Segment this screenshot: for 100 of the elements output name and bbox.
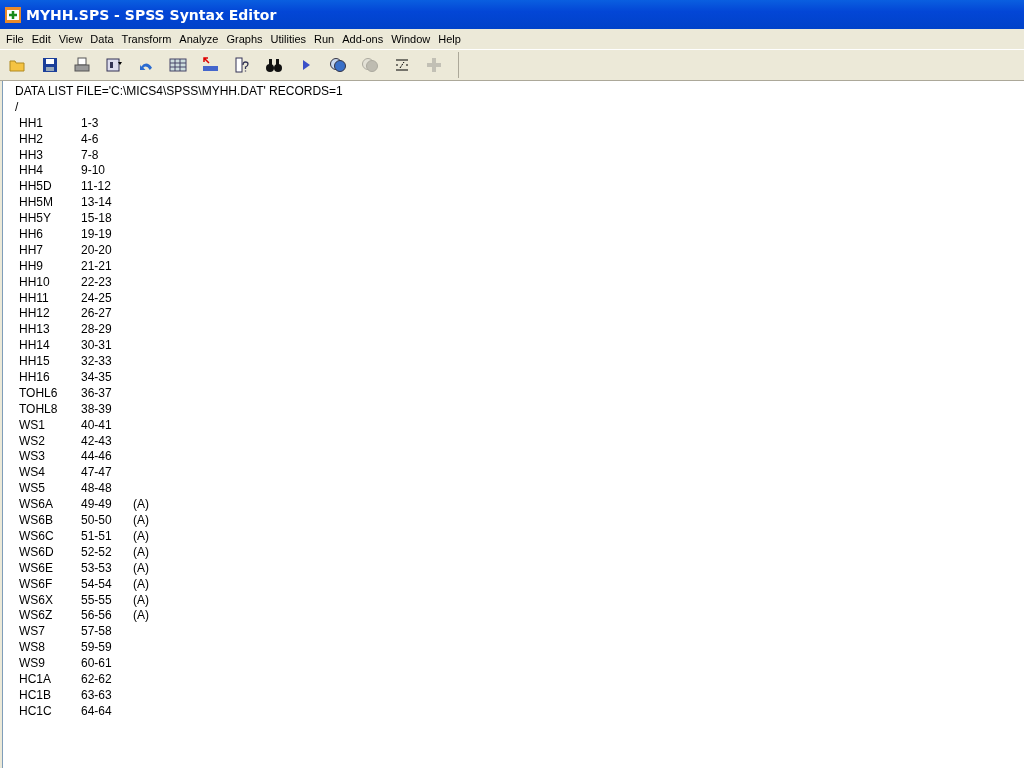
variable-name: WS6F: [19, 576, 54, 593]
variable-name: HC1C: [19, 703, 53, 720]
variable-name: WS5: [19, 481, 46, 498]
column-range: 1-3: [81, 115, 100, 132]
variable-name: HH5D: [19, 179, 53, 196]
menu-item[interactable]: Add-ons: [338, 33, 388, 45]
format-code: (A): [133, 497, 150, 514]
variable-name: HH1: [19, 115, 44, 132]
column-range: 62-62: [81, 671, 113, 688]
menu-item[interactable]: Window: [387, 33, 435, 45]
variable-name: WS6D: [19, 544, 55, 561]
column-range: 44-46: [81, 449, 113, 466]
column-range: 21-21: [81, 258, 113, 275]
variable-name: HH5Y: [19, 211, 52, 227]
syntax-text: DATA LIST FILE='C:\MICS4\SPSS\MYHH.DAT' RECORDS=1: [15, 84, 343, 100]
menu-item[interactable]: File: [2, 33, 28, 45]
column-range: 4-6: [81, 131, 100, 148]
column-range: 7-8: [81, 147, 100, 164]
variable-name: WS4: [19, 465, 46, 482]
column-range: 49-49: [81, 497, 113, 514]
column-range: 20-20: [81, 242, 113, 259]
column-range: 54-54: [81, 576, 113, 593]
column-range: 57-58: [81, 624, 113, 641]
circles-icon: [361, 56, 379, 74]
format-code: (A): [133, 528, 150, 545]
circles-icon: [329, 56, 347, 74]
format-code: (A): [133, 608, 150, 625]
menu-item[interactable]: Help: [434, 33, 465, 45]
format-code: (A): [133, 560, 150, 577]
goto-case-icon: [201, 56, 219, 74]
variable-name: WS2: [19, 433, 46, 450]
syntax-icon: [393, 56, 411, 74]
column-range: 9-10: [81, 163, 107, 180]
variable-name: HH12: [19, 306, 51, 323]
column-range: 51-51: [81, 528, 113, 545]
syntax-text: /: [15, 99, 19, 116]
column-range: 32-33: [81, 354, 113, 371]
variable-name: HC1A: [19, 671, 52, 688]
window-title: MYHH.SPS - SPSS Syntax Editor: [26, 6, 277, 23]
column-range: 55-55: [81, 592, 113, 609]
variable-name: HH6: [19, 227, 44, 243]
variable-name: WS6C: [19, 528, 55, 545]
menu-item[interactable]: Edit: [27, 33, 55, 45]
column-range: 13-14: [81, 195, 113, 212]
column-range: 11-12: [81, 179, 112, 196]
column-range: 30-31: [81, 338, 113, 355]
save-icon: [41, 56, 59, 74]
menu-item[interactable]: Data: [86, 33, 118, 45]
variable-name: HH7: [19, 242, 44, 259]
column-range: 50-50: [81, 513, 113, 529]
variable-name: HH4: [19, 163, 44, 180]
column-range: 15-18: [81, 211, 113, 227]
grid-icon: [169, 56, 187, 74]
menu-item[interactable]: Analyze: [175, 33, 223, 45]
variable-name: WS6A: [19, 497, 54, 514]
column-range: 26-27: [81, 306, 113, 323]
column-range: 53-53: [81, 560, 113, 577]
variable-name: WS6B: [19, 513, 54, 529]
column-range: 64-64: [81, 703, 113, 720]
variable-name: WS9: [19, 656, 46, 672]
menu-item[interactable]: Run: [310, 33, 339, 45]
column-range: 36-37: [81, 385, 113, 402]
column-range: 40-41: [81, 417, 113, 434]
column-range: 34-35: [81, 370, 113, 386]
variable-name: WS6E: [19, 560, 54, 577]
menu-item[interactable]: Transform: [117, 33, 176, 45]
variable-name: HC1B: [19, 687, 52, 704]
column-range: 52-52: [81, 544, 113, 561]
variable-name: WS8: [19, 640, 46, 657]
menu-item[interactable]: Graphs: [222, 33, 267, 45]
column-range: 38-39: [81, 401, 113, 418]
app-icon: [4, 5, 22, 24]
variable-name: HH16: [19, 370, 51, 386]
menu-item[interactable]: View: [54, 33, 87, 45]
menu-item[interactable]: Utilities: [266, 33, 310, 45]
variables-icon: [233, 56, 251, 74]
variable-name: WS1: [19, 417, 46, 434]
column-range: 60-61: [81, 656, 113, 672]
column-range: 48-48: [81, 481, 113, 498]
variable-name: HH5M: [19, 195, 54, 212]
column-range: 24-25: [81, 290, 113, 307]
column-range: 19-19: [81, 227, 113, 243]
variable-name: WS7: [19, 624, 46, 641]
column-range: 47-47: [81, 465, 113, 482]
variable-name: HH10: [19, 274, 51, 291]
format-code: (A): [133, 592, 150, 609]
variable-name: HH3: [19, 147, 44, 164]
column-range: 59-59: [81, 640, 113, 657]
variable-name: HH15: [19, 354, 51, 371]
variable-name: HH2: [19, 131, 44, 148]
variable-name: WS6Z: [19, 608, 54, 625]
plus-icon: [425, 56, 443, 74]
column-range: 28-29: [81, 322, 113, 339]
column-range: 56-56: [81, 608, 113, 625]
dialog-icon: [105, 56, 123, 74]
format-code: (A): [133, 544, 150, 561]
column-range: 22-23: [81, 274, 113, 291]
column-range: 42-43: [81, 433, 113, 450]
variable-name: HH14: [19, 338, 51, 355]
variable-name: WS3: [19, 449, 46, 466]
